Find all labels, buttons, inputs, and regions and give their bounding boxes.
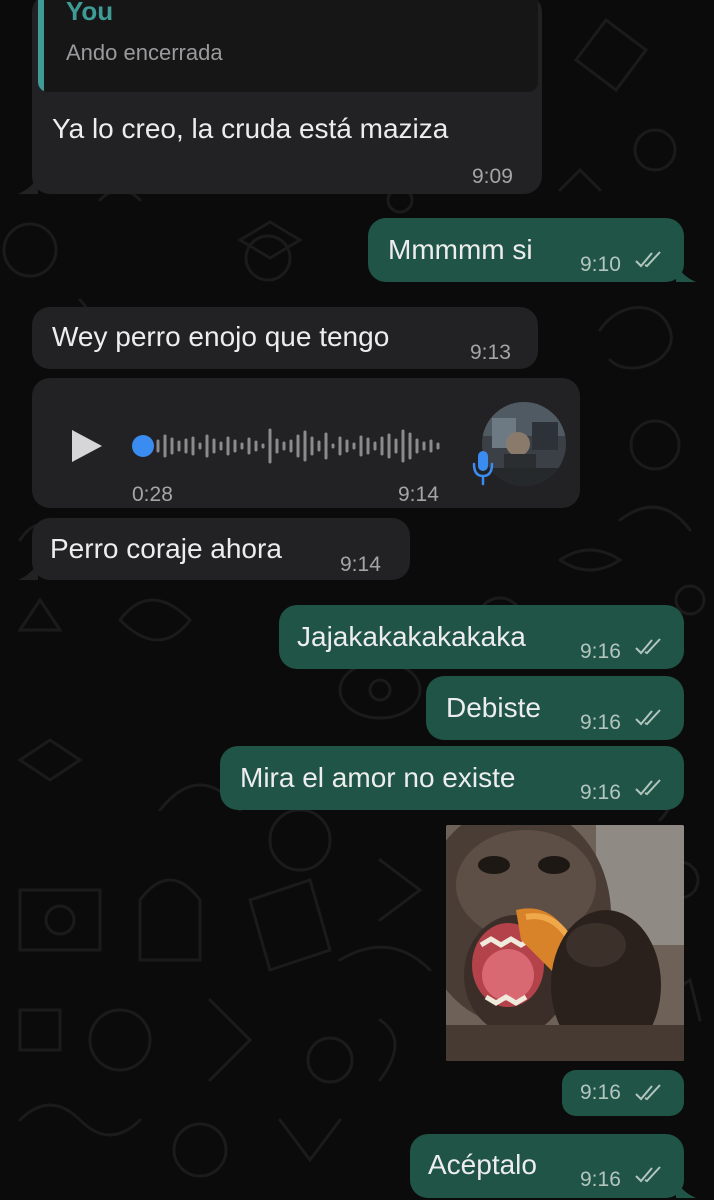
- message-time: 9:16: [580, 781, 621, 804]
- message-text: Wey perro enojo que tengo: [52, 321, 390, 352]
- outgoing-message[interactable]: Debiste 9:16: [426, 676, 684, 740]
- message-time: 9:16: [580, 1168, 621, 1191]
- incoming-message[interactable]: Perro coraje ahora 9:14: [18, 518, 410, 580]
- outgoing-message[interactable]: Jajakakakakakaka 9:16: [279, 605, 684, 669]
- message-time: 9:16: [580, 1081, 621, 1104]
- message-text: Mmmmm si: [388, 234, 533, 265]
- bubble-tail: [18, 562, 38, 580]
- message-text: Perro coraje ahora: [50, 533, 282, 564]
- message-time: 9:09: [472, 165, 513, 188]
- bubble-tail: [676, 1180, 696, 1198]
- message-time: 9:16: [580, 711, 621, 734]
- read-ticks-icon: [635, 1084, 661, 1101]
- message-time: 9:16: [580, 640, 621, 663]
- microphone-icon: [472, 451, 494, 486]
- message-text: Debiste: [446, 692, 541, 723]
- quoted-message[interactable]: You Ando encerrada: [38, 0, 538, 92]
- voice-waveform[interactable]: [132, 426, 472, 466]
- read-ticks-icon: [635, 251, 661, 268]
- quote-text: Ando encerrada: [66, 40, 223, 65]
- message-text: Mira el amor no existe: [240, 762, 516, 793]
- chat-thread: You Ando encerrada Ya lo creo, la cruda …: [0, 0, 714, 1200]
- message-time: 9:14: [398, 483, 439, 506]
- quote-author: You: [66, 0, 114, 26]
- read-ticks-icon: [635, 709, 661, 726]
- incoming-reply-message[interactable]: You Ando encerrada Ya lo creo, la cruda …: [18, 0, 542, 194]
- message-text: Jajakakakakakaka: [297, 621, 526, 652]
- play-icon[interactable]: [70, 428, 104, 464]
- read-ticks-icon: [635, 779, 661, 796]
- voice-duration: 0:28: [132, 483, 173, 506]
- message-text: Acéptalo: [428, 1149, 537, 1180]
- bubble-tail: [676, 264, 696, 282]
- quote-accent-bar: [38, 0, 44, 92]
- message-time: 9:13: [470, 341, 511, 364]
- read-ticks-icon: [635, 1166, 661, 1183]
- bubble-tail: [18, 176, 38, 194]
- outgoing-message[interactable]: Mira el amor no existe 9:16: [220, 746, 684, 810]
- read-ticks-icon: [635, 638, 661, 655]
- outgoing-message[interactable]: Acéptalo 9:16: [410, 1134, 696, 1198]
- outgoing-message[interactable]: Mmmmm si 9:10: [368, 218, 696, 282]
- image-time-badge: 9:16: [562, 1070, 684, 1116]
- sender-avatar: [482, 402, 566, 486]
- message-time: 9:14: [340, 553, 381, 576]
- incoming-voice-message[interactable]: 0:28 9:14: [32, 378, 580, 508]
- message-text: Ya lo creo, la cruda está maziza: [52, 113, 449, 144]
- voice-progress-knob[interactable]: [132, 435, 154, 457]
- monkey-eating-mango-photo[interactable]: [446, 825, 684, 1061]
- incoming-message[interactable]: Wey perro enojo que tengo 9:13: [32, 307, 538, 369]
- message-time: 9:10: [580, 253, 621, 276]
